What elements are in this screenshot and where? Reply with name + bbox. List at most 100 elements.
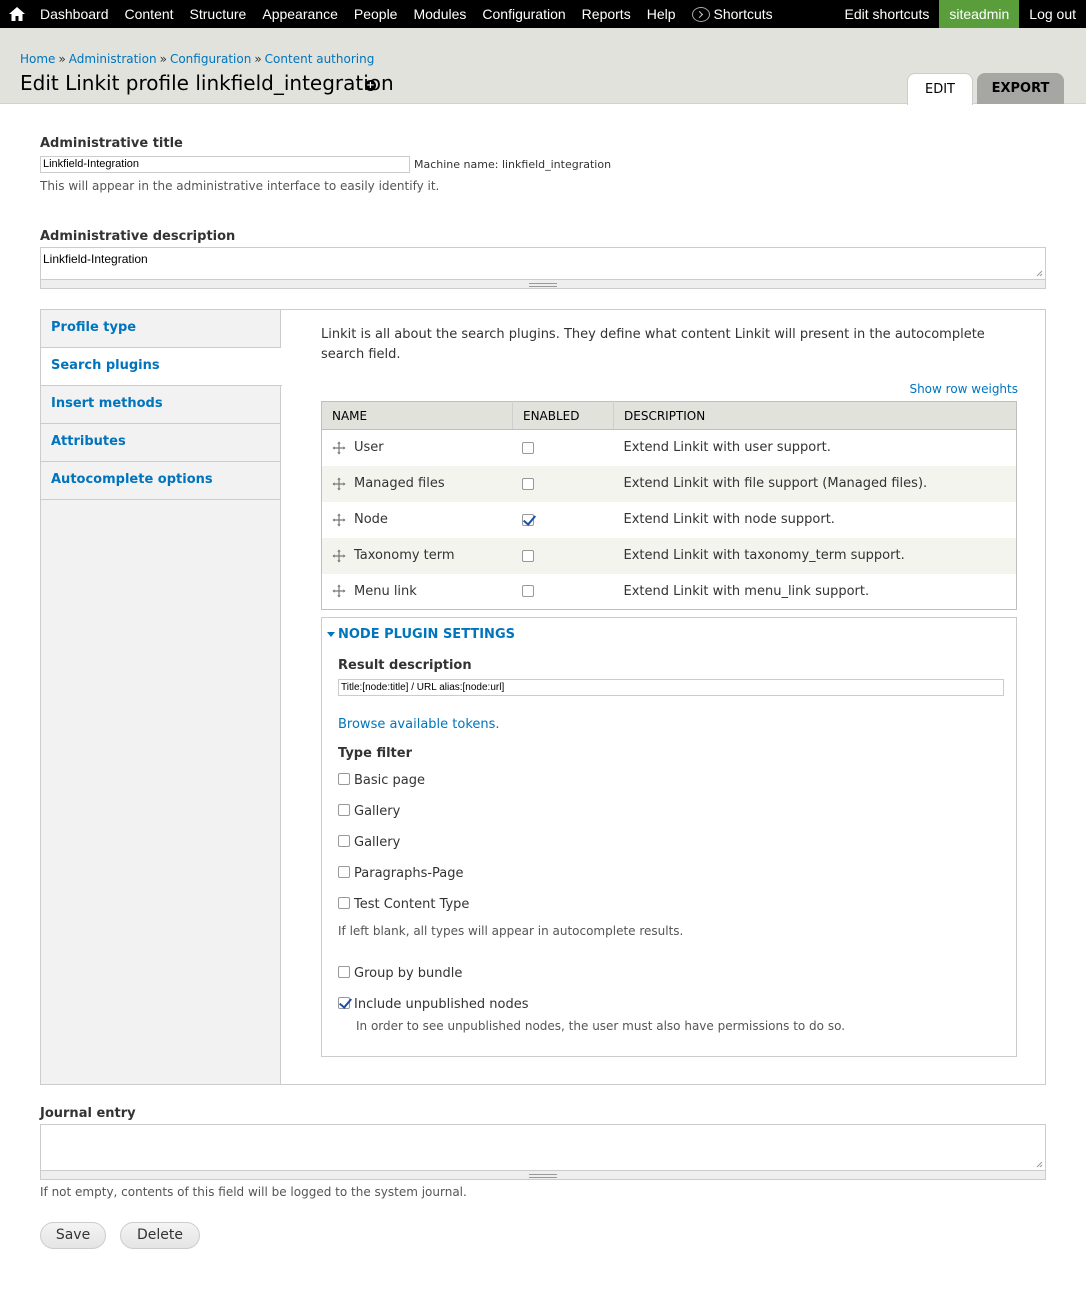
resize-corner-icon (1036, 1161, 1043, 1168)
description-field: Linkfield-Integration (40, 247, 1046, 289)
toolbar-help[interactable]: Help (639, 0, 684, 28)
plugin-description: Extend Linkit with user support. (623, 440, 831, 456)
user-account-link[interactable]: siteadmin (939, 0, 1020, 28)
toolbar-appearance[interactable]: Appearance (254, 0, 346, 28)
type-test-content-type-label: Test Content Type (354, 897, 470, 912)
vtab-search-plugins[interactable]: Search plugins (41, 348, 282, 386)
result-description-label: Result description (338, 658, 472, 673)
plugin-description: Extend Linkit with menu_link support. (623, 583, 870, 599)
vtab-profile-type[interactable]: Profile type (41, 310, 280, 348)
plugin-enabled-checkbox[interactable] (521, 513, 534, 526)
drag-handle-icon[interactable] (332, 477, 346, 491)
toolbar-reports[interactable]: Reports (574, 0, 639, 28)
type-gallery-checkbox[interactable] (338, 804, 350, 816)
description-textarea[interactable]: Linkfield-Integration (40, 247, 1046, 279)
vtab-autocomplete-options[interactable]: Autocomplete options (41, 462, 280, 500)
journal-label: Journal entry (40, 1106, 136, 1121)
plugin-enabled-checkbox[interactable] (521, 549, 534, 562)
drag-handle-icon[interactable] (332, 584, 346, 598)
type-test-content-type-checkbox[interactable] (338, 897, 350, 909)
toolbar-configuration[interactable]: Configuration (474, 0, 573, 28)
toolbar-content[interactable]: Content (117, 0, 182, 28)
plugin-enabled-cell (512, 537, 614, 574)
shortcuts-label: Shortcuts (713, 6, 773, 22)
plugin-enabled-cell (513, 430, 614, 466)
breadcrumb-content-authoring[interactable]: Content authoring (265, 52, 375, 66)
title-label: Administrative title (40, 136, 183, 151)
type-paragraphs-page-checkbox[interactable] (338, 866, 350, 878)
type-filter-label: Type filter (338, 746, 412, 761)
home-icon[interactable] (8, 5, 26, 23)
type-gallery-2[interactable]: Gallery (338, 835, 400, 850)
drag-handle-icon[interactable] (332, 513, 346, 527)
type-gallery-label: Gallery (354, 804, 401, 819)
toolbar-modules[interactable]: Modules (405, 0, 474, 28)
edit-shortcuts-link[interactable]: Edit shortcuts (835, 0, 940, 28)
group-by-bundle[interactable]: Group by bundle (338, 966, 462, 981)
type-basic-page[interactable]: Basic page (338, 773, 425, 788)
plugin-name-cell: Managed files (321, 465, 513, 502)
include-unpublished-checkbox[interactable] (338, 997, 350, 1009)
admin-toolbar: Dashboard Content Structure Appearance P… (0, 0, 1086, 28)
plugin-enabled-checkbox[interactable] (521, 441, 534, 454)
type-paragraphs-page-label: Paragraphs-Page (354, 866, 464, 881)
breadcrumb-home[interactable]: Home (20, 52, 55, 66)
toolbar-user-menu: Edit shortcuts siteadmin Log out (835, 0, 1086, 28)
plugin-enabled-checkbox[interactable] (521, 585, 534, 598)
drag-handle-icon[interactable] (332, 549, 346, 563)
shortcuts-toggle[interactable]: Shortcuts (684, 0, 781, 28)
plugin-name-cell: Node (322, 502, 513, 538)
title-input[interactable]: Linkfield-Integration (40, 156, 410, 173)
search-plugins-table: Name Enabled Description User Extend Link… (321, 401, 1017, 610)
plugin-name-cell: User (322, 430, 513, 466)
logout-link[interactable]: Log out (1019, 0, 1086, 28)
node-settings-legend: Node plugin settings (338, 627, 515, 642)
tab-export[interactable]: Export (977, 73, 1064, 104)
shortcuts-arrow-icon (691, 6, 710, 22)
breadcrumb-configuration[interactable]: Configuration (170, 52, 251, 66)
plugin-name-cell: Taxonomy term (321, 537, 513, 574)
plugin-name-cell: Menu link (322, 574, 513, 610)
result-description-input[interactable]: Title:[node:title] / URL alias:[node:url… (338, 679, 1004, 696)
group-by-bundle-checkbox[interactable] (338, 966, 350, 978)
resize-corner-icon (1036, 270, 1043, 277)
vtab-attributes[interactable]: Attributes (41, 424, 280, 462)
delete-button[interactable]: Delete (120, 1222, 200, 1249)
include-unpublished[interactable]: Include unpublished nodes (338, 997, 529, 1012)
type-gallery-2-checkbox[interactable] (338, 835, 350, 847)
plugin-name: Managed files (354, 476, 445, 491)
column-description: Description (613, 401, 1017, 430)
type-gallery[interactable]: Gallery (338, 804, 400, 819)
toolbar-structure[interactable]: Structure (182, 0, 255, 28)
vtab-insert-methods[interactable]: Insert methods (41, 386, 280, 424)
table-row: Node Extend Linkit with node support. (322, 502, 1017, 538)
type-basic-page-checkbox[interactable] (338, 773, 350, 785)
add-shortcut-icon[interactable]: + (365, 80, 376, 91)
type-filter-help: If left blank, all types will appear in … (338, 924, 684, 938)
browse-tokens-link[interactable]: Browse available tokens. (338, 717, 500, 732)
tab-edit[interactable]: Edit (907, 73, 973, 105)
description-value: Linkfield-Integration (43, 252, 148, 266)
search-plugins-pane: Linkit is all about the search plugins. … (321, 325, 1018, 1057)
search-plugins-intro: Linkit is all about the search plugins. … (321, 327, 985, 362)
description-resize-grip[interactable] (40, 279, 1046, 289)
vertical-tabs-menu: Profile type Search plugins Insert metho… (41, 310, 282, 1084)
type-test-content-type[interactable]: Test Content Type (338, 897, 469, 912)
plugin-enabled-checkbox[interactable] (521, 477, 534, 490)
plugin-enabled-cell (513, 574, 614, 610)
machine-name: Machine name: linkfield_integration (414, 158, 612, 171)
type-paragraphs-page[interactable]: Paragraphs-Page (338, 866, 464, 881)
toolbar-people[interactable]: People (346, 0, 406, 28)
type-gallery-2-label: Gallery (354, 835, 401, 850)
journal-resize-grip[interactable] (40, 1170, 1046, 1180)
drag-handle-icon[interactable] (332, 441, 346, 455)
save-button[interactable]: Save (40, 1222, 106, 1249)
node-settings-toggle[interactable]: Node plugin settings (327, 627, 515, 642)
description-label: Administrative description (40, 229, 236, 244)
show-row-weights-link[interactable]: Show row weights (909, 382, 1018, 396)
plugin-enabled-cell (513, 502, 614, 538)
breadcrumb-administration[interactable]: Administration (69, 52, 157, 66)
toolbar-dashboard[interactable]: Dashboard (32, 0, 117, 28)
journal-textarea[interactable] (40, 1124, 1046, 1170)
node-plugin-settings-fieldset: Node plugin settings Result description … (321, 617, 1017, 1057)
